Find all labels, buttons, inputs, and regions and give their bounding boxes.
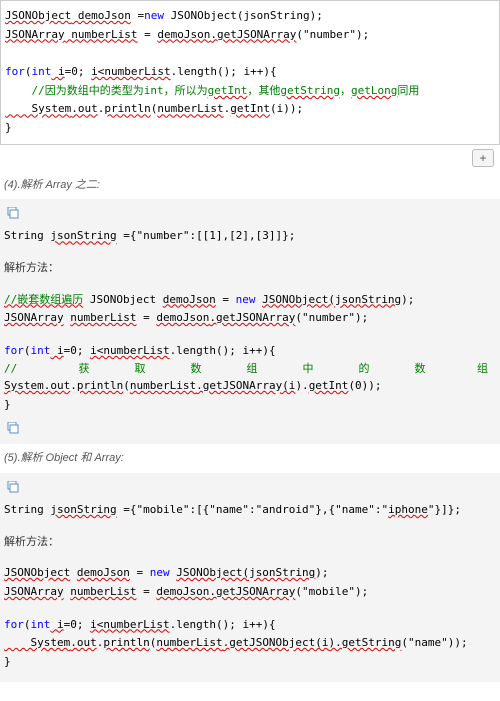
method-label: 解析方法： bbox=[4, 260, 496, 277]
section-4-title: (4).解析 Array 之二: bbox=[0, 171, 500, 200]
spaced-comment: // 获 取 数 组 中 的 数 组 bbox=[4, 361, 496, 378]
copy-icon[interactable] bbox=[6, 481, 20, 493]
toolbar-row: + bbox=[0, 145, 500, 171]
copy-icon[interactable] bbox=[6, 422, 20, 434]
method-label: 解析方法： bbox=[4, 534, 496, 551]
copy-icon[interactable] bbox=[6, 207, 20, 219]
add-button[interactable]: + bbox=[472, 149, 494, 167]
code-block-2: String jsonString ={"number":[[1],[2],[3… bbox=[0, 199, 500, 444]
code-block-1: JSONObject demoJson =new JSONObject(json… bbox=[0, 0, 500, 145]
section-5-title: (5).解析 Object 和 Array: bbox=[0, 444, 500, 473]
code-block-3: String jsonString ={"mobile":[{"name":"a… bbox=[0, 473, 500, 682]
